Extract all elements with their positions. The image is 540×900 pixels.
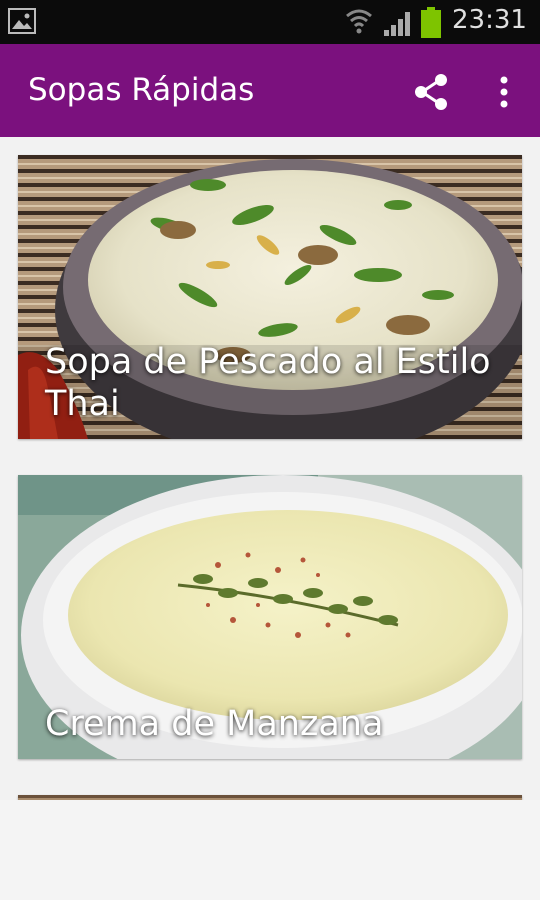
share-icon[interactable] (410, 70, 454, 114)
image-notification-icon (8, 8, 36, 34)
recipe-title: Sopa de Pescado al Estilo Thai (45, 342, 491, 424)
status-time: 23:31 (452, 5, 527, 35)
app-title: Sopas Rápidas (28, 72, 255, 108)
recipe-card[interactable]: Sopa de Pescado al Estilo Thai (18, 155, 522, 439)
status-bar: 23:31 (0, 0, 540, 44)
signal-icon (384, 12, 410, 36)
app-toolbar: Sopas Rápidas (0, 44, 540, 137)
recipe-list[interactable]: Sopa de Pescado al Estilo Thai Crema de … (0, 137, 540, 900)
more-vert-icon[interactable] (490, 70, 518, 114)
recipe-title: Crema de Manzana (45, 704, 384, 744)
recipe-card[interactable]: Crema de Manzana (18, 475, 522, 759)
bottom-blank-area (0, 800, 540, 900)
battery-icon (421, 7, 441, 38)
wifi-icon (346, 9, 372, 34)
